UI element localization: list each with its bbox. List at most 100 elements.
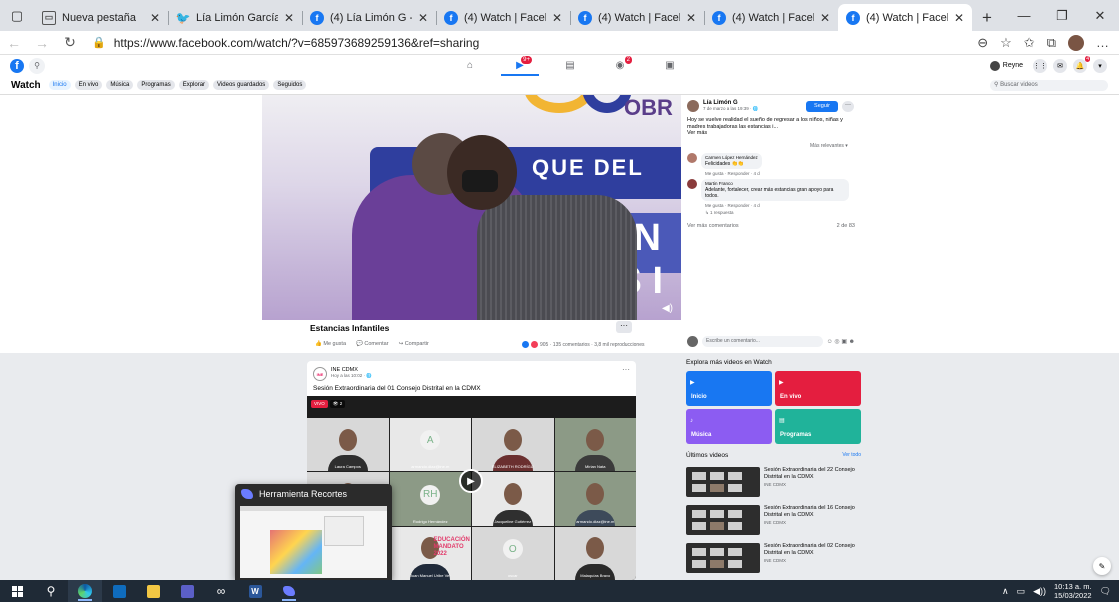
taskbar-outlook[interactable] (102, 580, 136, 602)
browser-tab[interactable]: 🐦 Lía Limón García en Twitter ✕ (168, 4, 302, 31)
account-menu-icon[interactable]: ▾ (1093, 58, 1107, 73)
taskbar-teams[interactable] (170, 580, 204, 602)
browser-tab[interactable]: f (4) Watch | Facebook ✕ (704, 4, 838, 31)
latest-video-item[interactable]: Sesión Extraordinaria del 02 Consejo Dis… (686, 543, 861, 573)
new-tab-button[interactable]: + (972, 4, 1002, 31)
comment-input[interactable]: Escribe un comentario... (702, 336, 823, 347)
zoom-icon[interactable]: ⊖ (977, 35, 988, 51)
close-tab-icon[interactable]: ✕ (820, 11, 830, 25)
volume-icon[interactable]: ◀)) (1033, 586, 1046, 597)
clock[interactable]: 10:13 a. m. 15/03/2022 (1054, 582, 1092, 600)
main-video-player[interactable]: OBR QUE DEL AN IS I ◀) (262, 95, 681, 320)
back-icon[interactable]: ← (0, 35, 28, 51)
watch-tab[interactable]: Videos guardados (213, 80, 270, 90)
forward-icon[interactable]: → (28, 35, 56, 51)
comment-button[interactable]: 💬 Comentar (356, 341, 389, 347)
close-tab-icon[interactable]: ✕ (552, 11, 562, 25)
profile-link[interactable]: Reyne (989, 60, 1023, 71)
explore-tile[interactable]: ▶ Inicio (686, 371, 772, 406)
browser-tab[interactable]: f (4) Lía Limón G - Publicaciones ✕ (302, 4, 436, 31)
play-button[interactable]: ▶ (459, 469, 483, 493)
notifications-icon[interactable]: 🔔 4 (1073, 55, 1090, 73)
see-more-link[interactable]: Ver más (687, 130, 847, 137)
watch-tab[interactable]: Inicio (48, 80, 71, 90)
close-tab-icon[interactable]: ✕ (686, 11, 696, 25)
ine-logo-icon[interactable]: INE (313, 367, 327, 381)
see-all-link[interactable]: Ver todo (842, 452, 861, 459)
post-more-button[interactable]: ··· (842, 101, 854, 112)
marketplace-icon[interactable]: ▤ (545, 55, 595, 76)
replies-link[interactable]: ↳ 1 respuesta (705, 210, 849, 216)
url-field[interactable]: 🔒 https://www.facebook.com/watch/?v=6859… (92, 36, 977, 50)
collections-icon[interactable]: ⧉ (1047, 35, 1056, 51)
close-tab-icon[interactable]: ✕ (284, 11, 294, 25)
close-tab-icon[interactable]: ✕ (418, 11, 428, 25)
more-comments-link[interactable]: Ver más comentarios (687, 223, 739, 229)
groups-icon[interactable]: ◉ 2 (595, 55, 645, 76)
explore-tile[interactable]: ▤ Programas (775, 409, 861, 444)
menu-grid-icon[interactable]: ⋮⋮ (1033, 58, 1047, 73)
latest-video-item[interactable]: Sesión Extraordinaria del 16 Consejo Dis… (686, 505, 861, 535)
browser-tab[interactable]: f (4) Watch | Facebook ✕ (570, 4, 704, 31)
taskbar-app[interactable]: ∞ (204, 580, 238, 602)
watch-tab[interactable]: En vivo (74, 80, 103, 90)
taskbar-search-icon[interactable]: ⚲ (34, 580, 68, 602)
volume-icon[interactable]: ◀) (662, 303, 673, 314)
watch-tab[interactable]: Explorar (178, 80, 210, 90)
comment-actions[interactable]: Me gusta · Responder · 4 d (705, 171, 762, 176)
close-tab-icon[interactable]: ✕ (150, 11, 160, 25)
post-options-button[interactable]: ··· (616, 321, 632, 333)
battery-icon[interactable]: ▭ (1017, 586, 1026, 597)
follow-button[interactable]: Seguir (806, 101, 838, 112)
tab-actions-icon[interactable]: ▢ (0, 0, 34, 31)
post-date[interactable]: 7 de marzo a las 19:39 · 🌐 (703, 106, 758, 112)
messenger-icon[interactable]: ✉ (1053, 58, 1067, 73)
start-button[interactable] (0, 580, 34, 602)
close-window-icon[interactable]: ✕ (1081, 0, 1119, 31)
emoji-icons[interactable]: ☺ ◎ ▣ ☻ (827, 338, 855, 345)
latest-video-item[interactable]: Sesión Extraordinaria del 22 Consejo Dis… (686, 467, 861, 497)
minimize-icon[interactable]: — (1005, 0, 1043, 31)
feed-post-date[interactable]: Hoy a las 10:02 · 🌐 (331, 373, 372, 379)
comment-sort[interactable]: Más relevantes ▾ (810, 143, 848, 149)
lock-icon[interactable]: 🔒 (92, 36, 106, 49)
profile-avatar[interactable] (1068, 34, 1084, 51)
home-icon[interactable]: ⌂ (445, 55, 495, 76)
close-tab-icon[interactable]: ✕ (954, 11, 964, 25)
watch-tab[interactable]: Música (106, 80, 134, 90)
taskbar-edge[interactable] (68, 580, 102, 602)
watch-tab[interactable]: Seguidos (273, 80, 307, 90)
facebook-logo-icon[interactable]: f (10, 58, 24, 73)
explore-tile[interactable]: ▶ En vivo (775, 371, 861, 406)
taskbar-snipping-tool[interactable] (272, 580, 306, 602)
browser-tab[interactable]: f (4) Watch | Facebook ✕ (436, 4, 570, 31)
refresh-icon[interactable]: ↻ (56, 34, 84, 51)
favorites-icon[interactable]: ✩ (1024, 35, 1035, 51)
new-message-icon[interactable]: ✎ (1093, 557, 1111, 575)
share-button[interactable]: ↪ Compartir (399, 341, 429, 347)
watch-tab[interactable]: Programas (137, 80, 175, 90)
commenter-avatar[interactable] (687, 179, 697, 189)
tray-chevron-icon[interactable]: ∧ (1002, 586, 1009, 597)
commenter-avatar[interactable] (687, 153, 697, 163)
watch-search-input[interactable]: ⚲ Buscar videos (990, 80, 1108, 91)
post-stats[interactable]: 905 · 135 comentarios · 3,8 mil reproduc… (522, 341, 645, 348)
browser-tab[interactable]: ▭ Nueva pestaña ✕ (34, 4, 168, 31)
author-avatar[interactable] (687, 100, 699, 112)
taskbar-word[interactable]: W (238, 580, 272, 602)
taskbar-preview-window[interactable]: Herramienta Recortes (235, 484, 392, 580)
explore-tile[interactable]: ♪ Música (686, 409, 772, 444)
feed-post-more-button[interactable]: ··· (622, 365, 630, 374)
restore-icon[interactable]: ❐ (1043, 0, 1081, 31)
notifications-center-icon[interactable]: 🗨 (1100, 586, 1111, 597)
watch-icon[interactable]: ▶ 9+ (495, 55, 545, 76)
like-button[interactable]: 👍 Me gusta (315, 341, 346, 347)
gaming-icon[interactable]: ▣ (645, 55, 695, 76)
favorite-add-icon[interactable]: ☆ (1000, 35, 1012, 51)
taskbar-explorer[interactable] (136, 580, 170, 602)
browser-tab[interactable]: f (4) Watch | Facebook ✕ (838, 4, 972, 31)
search-icon[interactable]: ⚲ (29, 57, 45, 74)
video-banner-text: QUE DEL (532, 155, 644, 180)
more-menu-icon[interactable]: … (1096, 35, 1109, 50)
comment-actions[interactable]: Me gusta · Responder · 4 d (705, 203, 849, 208)
